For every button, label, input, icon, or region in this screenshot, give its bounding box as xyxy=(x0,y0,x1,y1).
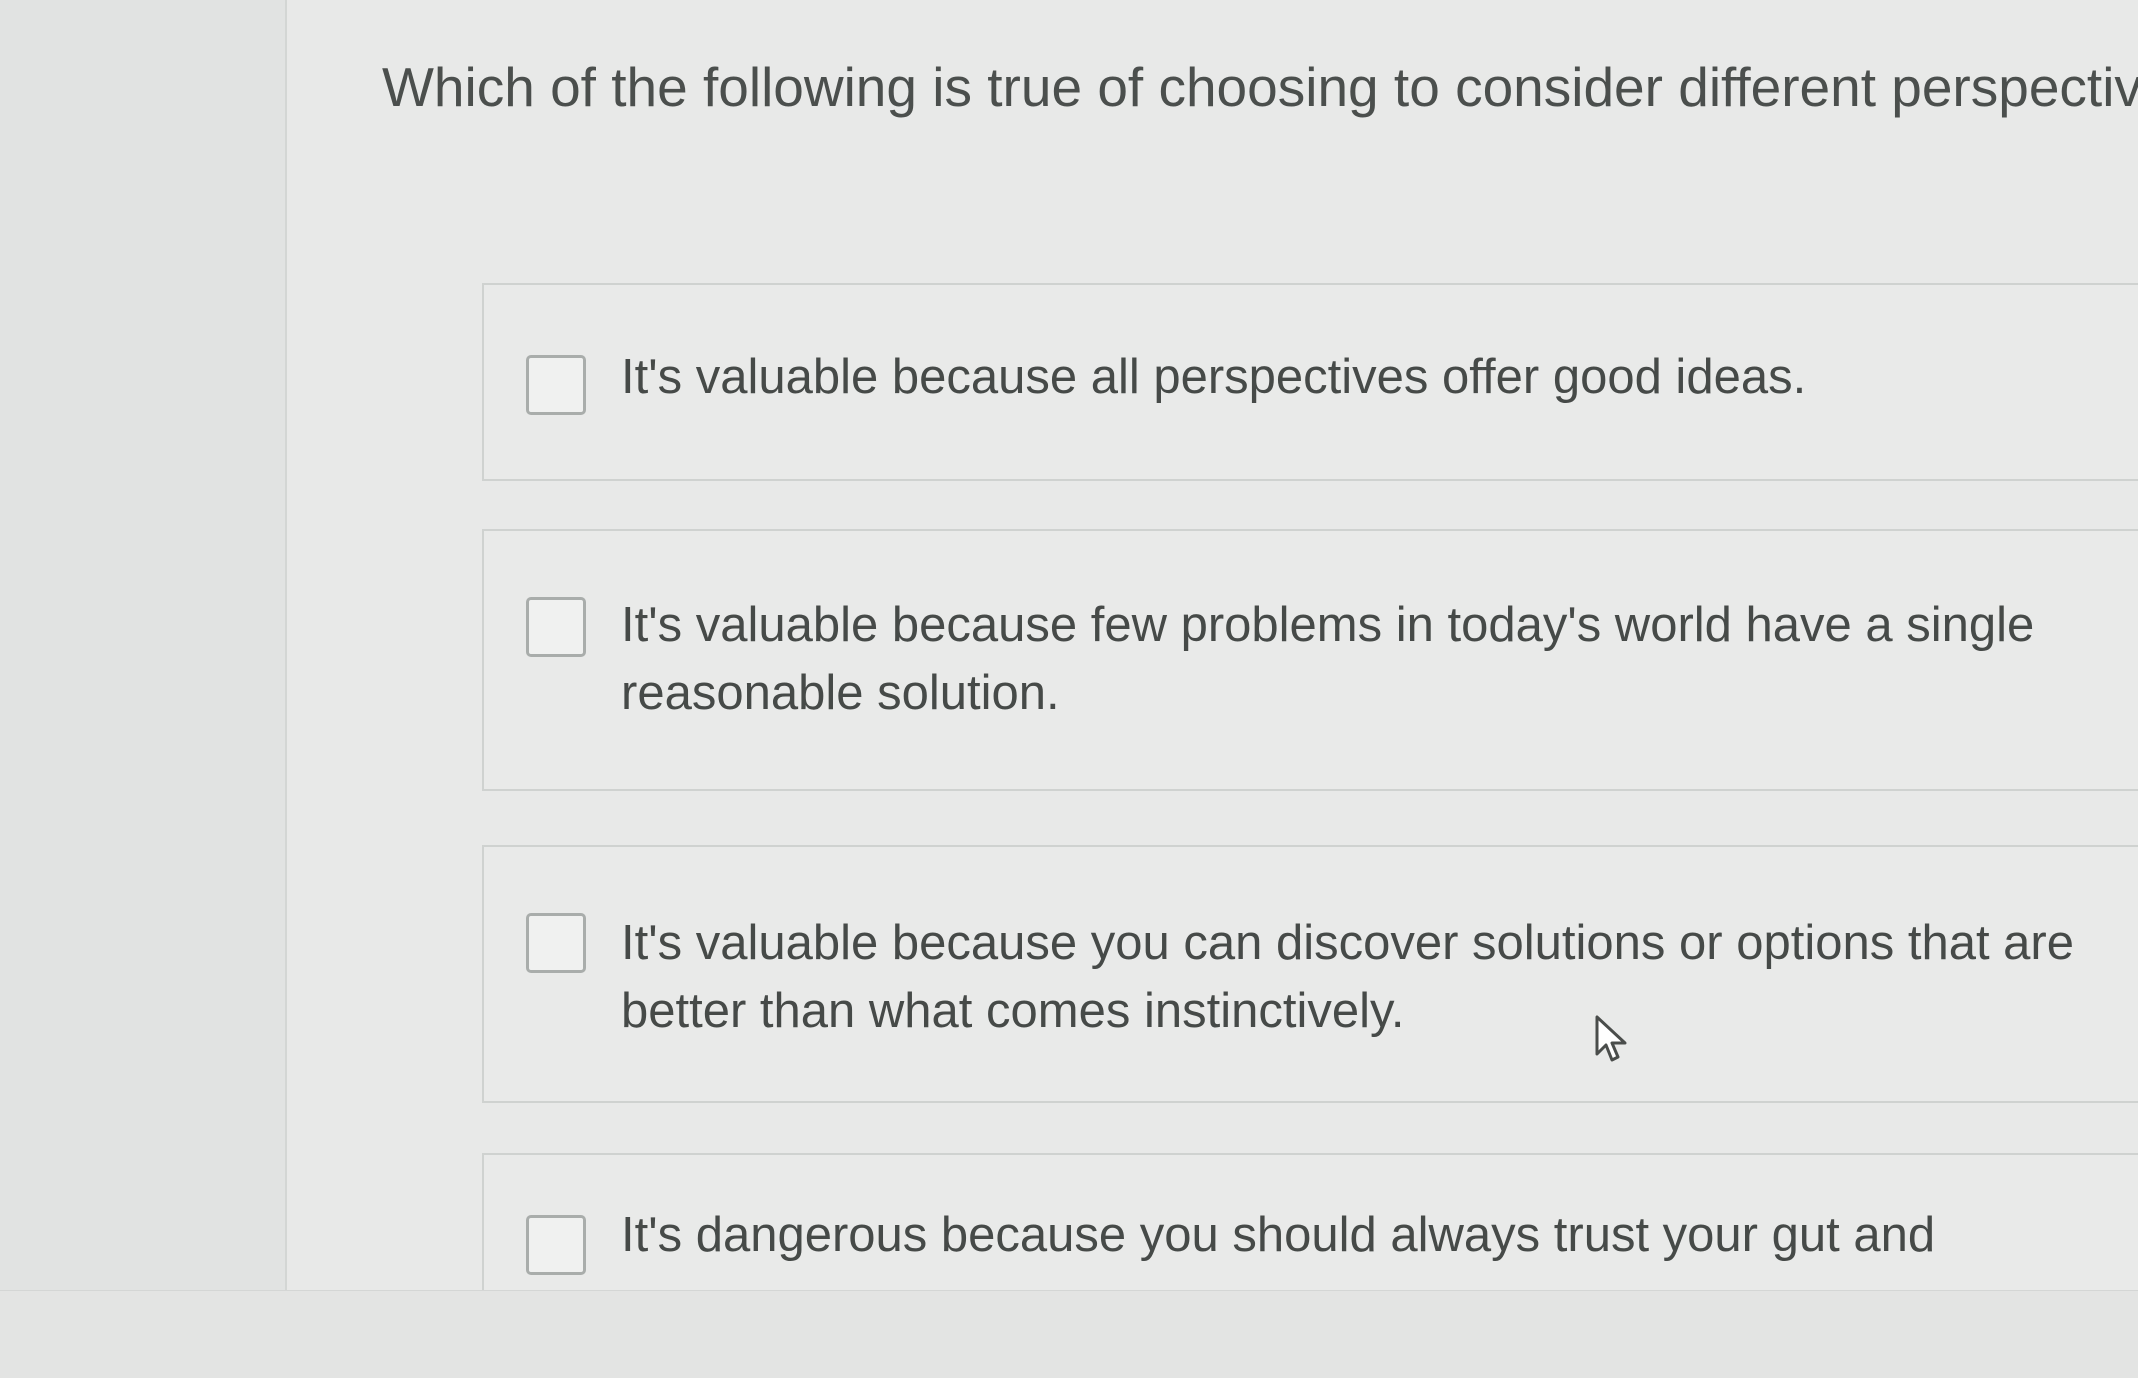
checkbox-icon[interactable] xyxy=(526,913,586,973)
answer-option-3[interactable]: It's valuable because you can discover s… xyxy=(482,845,2138,1103)
mouse-pointer-icon xyxy=(1595,1015,1627,1062)
answer-option-2[interactable]: It's valuable because few problems in to… xyxy=(482,529,2138,791)
answer-option-4[interactable]: It's dangerous because you should always… xyxy=(482,1153,2138,1290)
answer-option-label: It's valuable because you can discover s… xyxy=(621,916,2074,1038)
answer-options: It's valuable because all perspectives o… xyxy=(482,283,2138,1290)
checkbox-icon[interactable] xyxy=(526,1215,586,1275)
answer-option-label: It's valuable because few problems in to… xyxy=(621,598,2035,720)
bottom-frame xyxy=(0,1290,2138,1378)
answer-option-label: It's valuable because all perspectives o… xyxy=(621,350,1807,404)
answer-option-1[interactable]: It's valuable because all perspectives o… xyxy=(482,283,2138,481)
checkbox-icon[interactable] xyxy=(526,355,586,415)
checkbox-icon[interactable] xyxy=(526,597,586,657)
answer-option-label: It's dangerous because you should always… xyxy=(621,1208,1936,1262)
left-sidebar xyxy=(0,0,287,1290)
question-text: Which of the following is true of choosi… xyxy=(382,56,2138,118)
